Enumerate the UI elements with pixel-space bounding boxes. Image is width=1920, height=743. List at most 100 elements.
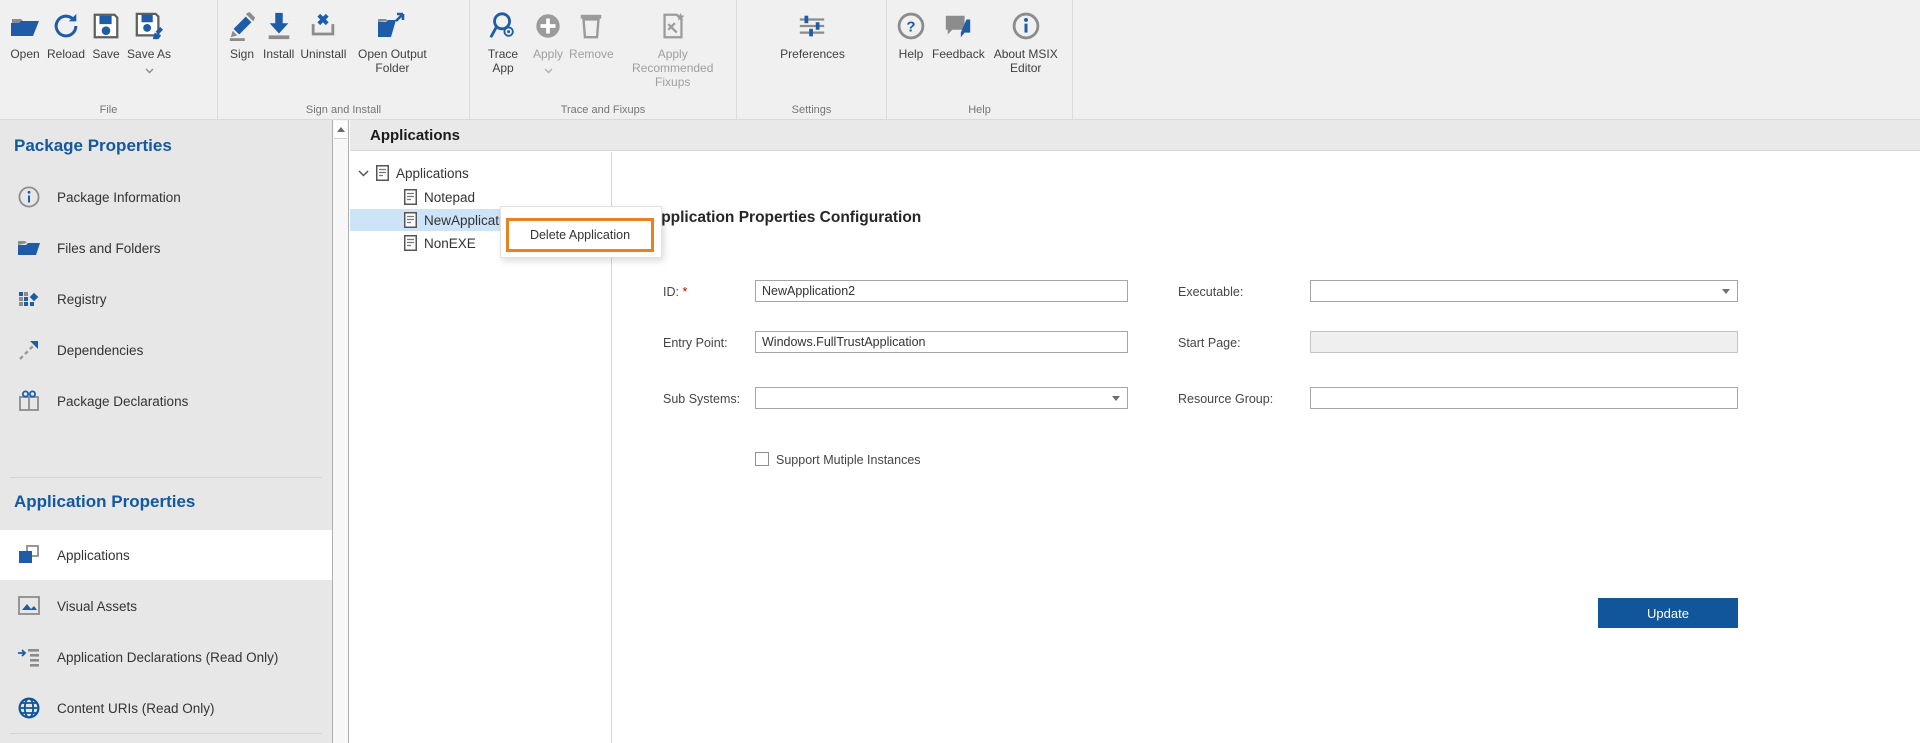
declarations-icon bbox=[16, 647, 42, 667]
save-as-icon bbox=[134, 8, 164, 44]
save-as-button[interactable]: Save As bbox=[124, 7, 174, 78]
id-input[interactable] bbox=[755, 280, 1128, 302]
tree-root-applications[interactable]: Applications bbox=[350, 162, 611, 184]
apply-button[interactable]: Apply bbox=[530, 7, 566, 78]
feedback-button-label: Feedback bbox=[932, 47, 985, 61]
menu-item-label: Delete Application bbox=[529, 228, 631, 242]
id-label: ID: * bbox=[663, 285, 688, 299]
apply-recommended-fixups-button-label: Apply Recommended Fixups bbox=[632, 47, 714, 90]
sidebar-item-visual-assets[interactable]: Visual Assets bbox=[0, 581, 332, 631]
save-button-label: Save bbox=[92, 47, 120, 61]
help-button[interactable]: ? Help bbox=[893, 7, 929, 62]
save-icon bbox=[91, 8, 121, 44]
uninstall-icon bbox=[308, 8, 338, 44]
sign-pencil-icon bbox=[227, 8, 257, 44]
image-icon bbox=[16, 596, 42, 616]
save-button[interactable]: Save bbox=[88, 7, 124, 62]
update-button[interactable]: Update bbox=[1598, 598, 1738, 628]
svg-text:?: ? bbox=[906, 19, 915, 36]
help-button-label: Help bbox=[898, 47, 924, 61]
sidebar-item-dependencies[interactable]: Dependencies bbox=[0, 325, 332, 375]
folder-icon bbox=[16, 238, 42, 258]
sidebar-item-package-declarations[interactable]: Package Declarations bbox=[0, 376, 332, 426]
context-menu: Delete Application bbox=[500, 206, 662, 258]
trace-app-button-label: Trace App bbox=[487, 47, 519, 76]
remove-button-label: Remove bbox=[569, 47, 614, 61]
help-question-icon: ? bbox=[896, 8, 926, 44]
ribbon-group-file: Open Reload Save Save As File bbox=[0, 0, 218, 119]
executable-label: Executable: bbox=[1178, 285, 1244, 299]
open-output-folder-button[interactable]: Open Output Folder bbox=[349, 7, 435, 76]
sidebar-divider bbox=[10, 733, 322, 734]
reload-icon bbox=[51, 8, 81, 44]
document-icon bbox=[376, 165, 389, 181]
apply-fixups-icon bbox=[658, 8, 688, 44]
ribbon-group-sign-install-label: Sign and Install bbox=[305, 104, 382, 116]
dependencies-icon bbox=[16, 339, 42, 361]
sub-systems-combobox[interactable] bbox=[755, 387, 1128, 409]
uninstall-button[interactable]: Uninstall bbox=[297, 7, 349, 62]
sidebar-item-label: Visual Assets bbox=[57, 598, 138, 614]
sidebar-scrollbar[interactable] bbox=[332, 120, 349, 743]
ribbon-group-trace-fixups-label: Trace and Fixups bbox=[560, 104, 646, 116]
tree-node-label: Applications bbox=[396, 165, 469, 181]
install-button[interactable]: Install bbox=[260, 7, 297, 62]
sidebar-item-label: Applications bbox=[57, 547, 130, 563]
about-msix-editor-button[interactable]: About MSIX Editor bbox=[988, 7, 1064, 76]
executable-combobox[interactable] bbox=[1310, 280, 1738, 302]
uninstall-button-label: Uninstall bbox=[300, 47, 347, 61]
support-multiple-instances-label: Support Mutiple Instances bbox=[776, 453, 921, 467]
resource-group-input[interactable] bbox=[1310, 387, 1738, 409]
sidebar-item-label: Files and Folders bbox=[57, 240, 161, 256]
sidebar-item-application-declarations[interactable]: Application Declarations (Read Only) bbox=[0, 632, 332, 682]
sidebar-item-label: Application Declarations (Read Only) bbox=[57, 649, 279, 665]
reload-button[interactable]: Reload bbox=[44, 7, 88, 62]
preferences-button[interactable]: Preferences bbox=[777, 7, 848, 62]
sign-button[interactable]: Sign bbox=[224, 7, 260, 62]
start-page-label: Start Page: bbox=[1178, 336, 1241, 350]
document-icon bbox=[404, 189, 417, 205]
trace-app-button[interactable]: Trace App bbox=[476, 7, 530, 76]
sidebar-item-files-and-folders[interactable]: Files and Folders bbox=[0, 223, 332, 273]
chevron-down-icon bbox=[544, 63, 553, 77]
ribbon-toolbar: Open Reload Save Save As File Sign Insta… bbox=[0, 0, 1920, 120]
chevron-down-icon bbox=[145, 63, 154, 77]
remove-button[interactable]: Remove bbox=[566, 7, 617, 62]
scrollbar-up-button[interactable] bbox=[334, 121, 347, 139]
sidebar-item-applications[interactable]: Applications bbox=[0, 530, 332, 580]
delete-application-menu-item[interactable]: Delete Application bbox=[506, 218, 654, 252]
ribbon-group-file-label: File bbox=[99, 104, 118, 116]
apply-plus-icon bbox=[533, 8, 563, 44]
sidebar-item-content-uris[interactable]: Content URIs (Read Only) bbox=[0, 683, 332, 733]
sidebar-item-registry[interactable]: Registry bbox=[0, 274, 332, 324]
chevron-down-icon[interactable] bbox=[358, 169, 369, 177]
preferences-button-label: Preferences bbox=[780, 47, 845, 61]
feedback-button[interactable]: Feedback bbox=[929, 7, 988, 62]
install-button-label: Install bbox=[263, 47, 295, 61]
support-multiple-instances-checkbox[interactable] bbox=[755, 452, 769, 466]
ribbon-group-trace-fixups: Trace App Apply Remove Apply Recommended… bbox=[470, 0, 737, 119]
package-icon bbox=[16, 390, 42, 412]
entry-point-input[interactable] bbox=[755, 331, 1128, 353]
sidebar-item-label: Package Declarations bbox=[57, 393, 189, 409]
info-icon bbox=[16, 186, 42, 208]
save-as-button-label: Save As bbox=[127, 47, 172, 61]
ribbon-group-help-label: Help bbox=[968, 104, 991, 116]
ribbon-group-help: ? Help Feedback About MSIX Editor Help bbox=[887, 0, 1073, 119]
start-page-input bbox=[1310, 331, 1738, 353]
sidebar-item-label: Dependencies bbox=[57, 342, 144, 358]
document-icon bbox=[404, 212, 417, 228]
apply-recommended-fixups-button[interactable]: Apply Recommended Fixups bbox=[617, 7, 729, 90]
ribbon-group-settings: Preferences Settings bbox=[737, 0, 887, 119]
about-msix-editor-button-label: About MSIX Editor bbox=[993, 47, 1058, 76]
sidebar-item-package-information[interactable]: Package Information bbox=[0, 172, 332, 222]
tree-node-label: NonEXE bbox=[424, 235, 476, 251]
open-button[interactable]: Open bbox=[6, 7, 44, 62]
sign-button-label: Sign bbox=[229, 47, 255, 61]
open-folder-icon bbox=[9, 8, 41, 44]
content-header: Applications bbox=[350, 120, 1920, 151]
tree-node-notepad[interactable]: Notepad bbox=[350, 186, 611, 208]
open-output-folder-button-label: Open Output Folder bbox=[358, 47, 427, 76]
package-properties-heading: Package Properties bbox=[14, 136, 172, 155]
page-title: Applications bbox=[370, 126, 461, 144]
